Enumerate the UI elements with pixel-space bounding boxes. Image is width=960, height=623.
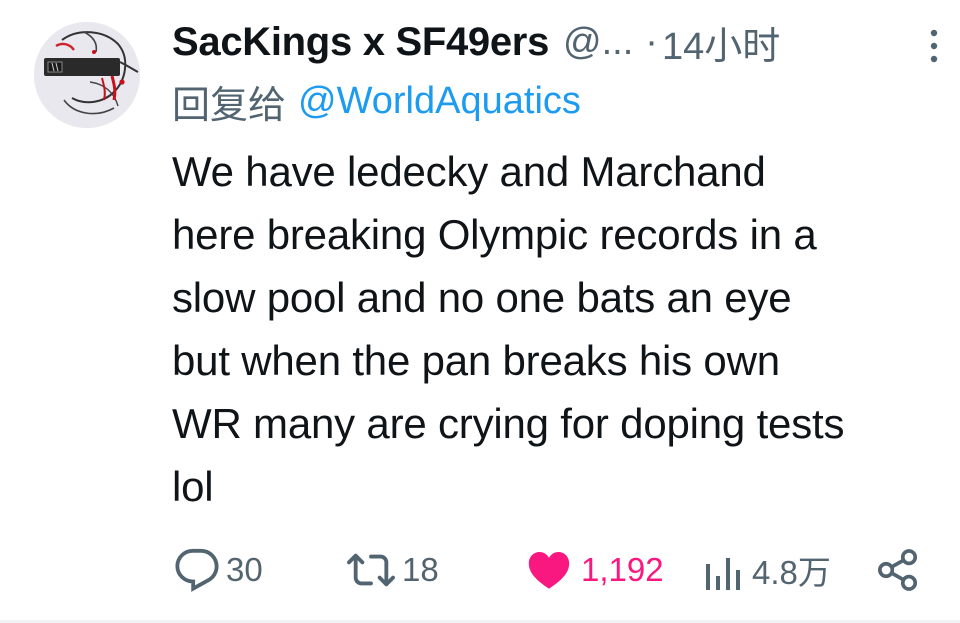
reply-prefix: 回复给 [172, 84, 287, 127]
tweet-card[interactable]: SacKings x SF49ers @... · 14小时 回复给 @Worl… [0, 0, 960, 623]
author-handle[interactable]: @... [563, 21, 633, 64]
share-button[interactable] [876, 540, 920, 600]
views-count: 4.8万 [752, 554, 831, 591]
views-bar-chart-icon [706, 558, 740, 590]
share-icon [878, 549, 918, 591]
views-button[interactable]: 4.8万 [704, 540, 831, 600]
retweet-icon [347, 553, 395, 587]
reply-mention-link[interactable]: @WorldAquatics [298, 80, 581, 123]
more-options-button[interactable] [914, 24, 954, 68]
action-bar: 30 18 1,192 4.8万 [0, 540, 960, 600]
avatar[interactable] [34, 22, 140, 128]
like-count: 1,192 [581, 551, 664, 588]
sketch-avatar-icon [34, 22, 140, 128]
more-vertical-icon [930, 29, 938, 63]
heart-filled-icon [528, 552, 570, 589]
reply-context: 回复给 @WorldAquatics [172, 76, 581, 127]
retweet-count: 18 [402, 551, 439, 588]
tweet-header: SacKings x SF49ers @... · 14小时 [172, 16, 780, 68]
author-display-name[interactable]: SacKings x SF49ers [172, 20, 549, 65]
separator-dot: · [645, 20, 658, 63]
retweet-button[interactable]: 18 [346, 540, 439, 600]
tweet-text: We have ledecky and Marchand here breaki… [172, 148, 845, 510]
reply-button[interactable]: 30 [174, 540, 263, 600]
timestamp[interactable]: 14小时 [662, 15, 780, 70]
reply-count: 30 [226, 551, 263, 588]
like-button[interactable]: 1,192 [527, 540, 664, 600]
reply-bubble-icon [175, 548, 219, 592]
